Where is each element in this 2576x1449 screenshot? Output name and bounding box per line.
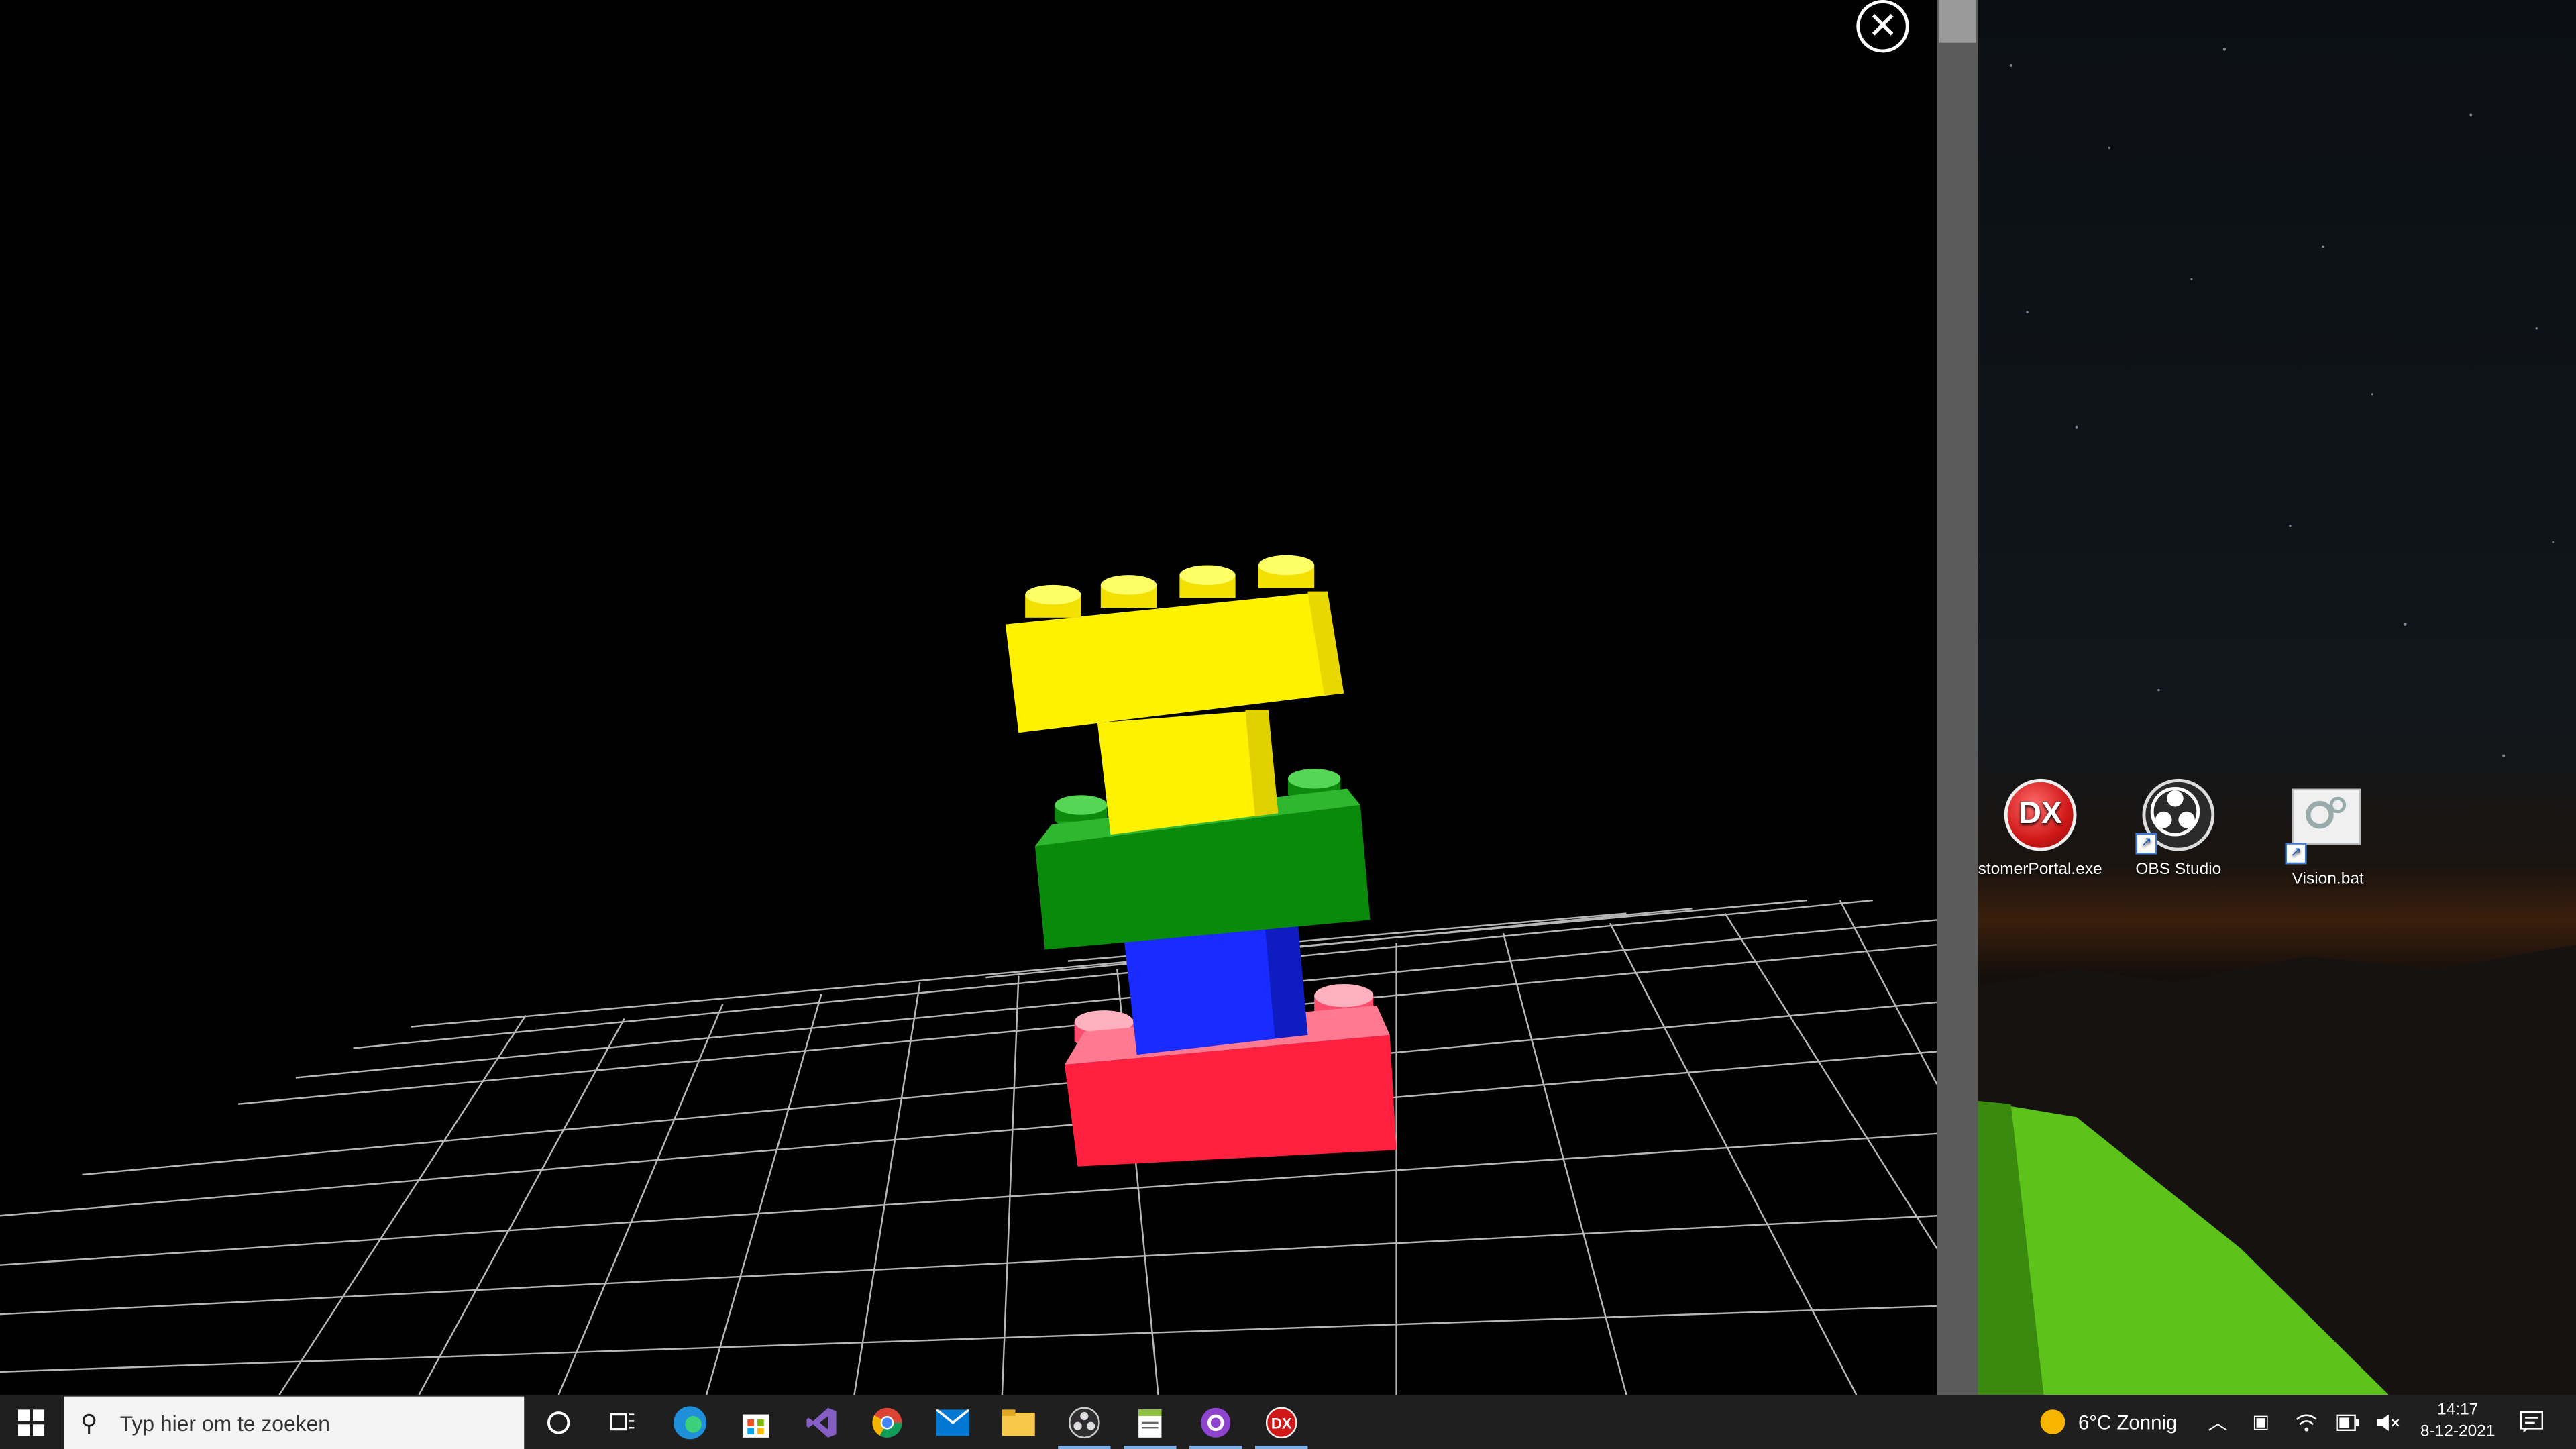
cortana-button[interactable] (526, 1395, 592, 1449)
weather-widget[interactable]: 6°C Zonnig (2040, 1395, 2178, 1449)
taskbar-app-obs[interactable] (1051, 1395, 1117, 1449)
desktop-wallpaper: DX stomerPortal.exe ↗ OBS Studio ↗ Visio… (1978, 0, 2576, 1395)
task-view-icon (610, 1412, 635, 1430)
battery-icon (2336, 1413, 2359, 1430)
store-icon (742, 1413, 769, 1437)
running-indicator (1058, 1446, 1111, 1449)
taskbar-app-dx[interactable]: DX (1248, 1395, 1314, 1449)
running-indicator (1189, 1446, 1242, 1449)
desktop-icon-obs-studio[interactable]: ↗ OBS Studio (2114, 778, 2243, 879)
shortcut-arrow-icon: ↗ (2285, 843, 2307, 865)
vertical-scrollbar[interactable] (1937, 0, 1978, 1395)
blue-brick (1124, 923, 1308, 1055)
mail-icon (936, 1409, 969, 1436)
taskbar-app-visual-studio[interactable] (789, 1395, 855, 1449)
volume-button[interactable] (2377, 1395, 2400, 1449)
desktop-icon-label: Vision.bat (2292, 870, 2364, 889)
notepad-plus-icon (1138, 1409, 1162, 1437)
running-indicator (1255, 1446, 1308, 1449)
taskbar-app-file-explorer[interactable] (985, 1395, 1051, 1449)
file-explorer-icon (1002, 1409, 1035, 1436)
battery-button[interactable] (2336, 1395, 2359, 1449)
meet-now-button[interactable]: ▣ (2253, 1395, 2269, 1449)
visual-studio-icon (806, 1407, 837, 1437)
scrollbar-thumb[interactable] (1938, 0, 1977, 43)
close-button[interactable]: ✕ (1856, 0, 1909, 53)
taskbar-app-github-desktop[interactable] (1183, 1395, 1248, 1449)
meet-now-icon: ▣ (2252, 1413, 2270, 1433)
volume-muted-icon (2377, 1413, 2400, 1430)
show-hidden-icons-button[interactable]: ︿ (2208, 1395, 2227, 1449)
desktop-icon-customerportal[interactable]: DX stomerPortal.exe (1978, 778, 2103, 879)
search-placeholder: Typ hier om te zoeken (119, 1410, 331, 1436)
dx-app-icon: DX (2004, 778, 2077, 851)
notification-icon (2520, 1411, 2544, 1433)
search-icon: ⚲ (80, 1409, 98, 1436)
taskbar-app-edge[interactable] (657, 1395, 723, 1449)
weather-text: 6°C Zonnig (2078, 1410, 2178, 1434)
desktop-icon-label: stomerPortal.exe (1978, 861, 2102, 879)
taskbar-app-notepad-plus[interactable] (1117, 1395, 1183, 1449)
taskbar-app-store[interactable] (723, 1395, 789, 1449)
wifi-icon (2296, 1413, 2317, 1431)
floor-grid (0, 899, 1937, 1395)
chevron-up-icon: ︿ (2208, 1411, 2228, 1434)
github-desktop-icon (1201, 1407, 1231, 1437)
action-center-button[interactable] (2520, 1395, 2544, 1449)
clock-time: 14:17 (2437, 1401, 2479, 1419)
taskbar-search-box[interactable]: ⚲ Typ hier om te zoeken (64, 1396, 525, 1449)
shortcut-arrow-icon: ↗ (2135, 833, 2157, 855)
close-icon: ✕ (1867, 5, 1898, 46)
network-button[interactable] (2295, 1395, 2318, 1449)
clock[interactable]: 14:17 8-12-2021 (2408, 1400, 2507, 1443)
taskbar-app-chrome[interactable] (854, 1395, 920, 1449)
task-view-button[interactable] (590, 1395, 655, 1449)
desktop-icon-label: OBS Studio (2135, 861, 2222, 879)
3d-viewer[interactable]: ✕ (0, 0, 1937, 1395)
taskbar: ⚲ Typ hier om te zoeken DX 6°C Zonnig ︿ … (0, 1395, 2576, 1449)
dx-icon: DX (1265, 1406, 1297, 1438)
viewport-canvas[interactable] (0, 0, 1937, 1395)
svg-text:DX: DX (1271, 1414, 1292, 1431)
edge-icon (674, 1405, 707, 1439)
clock-date: 8-12-2021 (2420, 1422, 2496, 1441)
chrome-icon (872, 1407, 902, 1437)
taskbar-app-mail[interactable] (920, 1395, 985, 1449)
cortana-icon (547, 1410, 570, 1434)
desktop-icon-vision-bat[interactable]: ↗ Vision.bat (2264, 779, 2392, 889)
sun-icon (2040, 1409, 2065, 1434)
start-button[interactable] (0, 1395, 62, 1449)
obs-icon (1069, 1406, 1100, 1438)
batch-file-icon (2292, 788, 2361, 845)
windows-logo-icon (17, 1409, 45, 1436)
running-indicator (1124, 1446, 1177, 1449)
wallpaper-scene (1978, 48, 2576, 1395)
